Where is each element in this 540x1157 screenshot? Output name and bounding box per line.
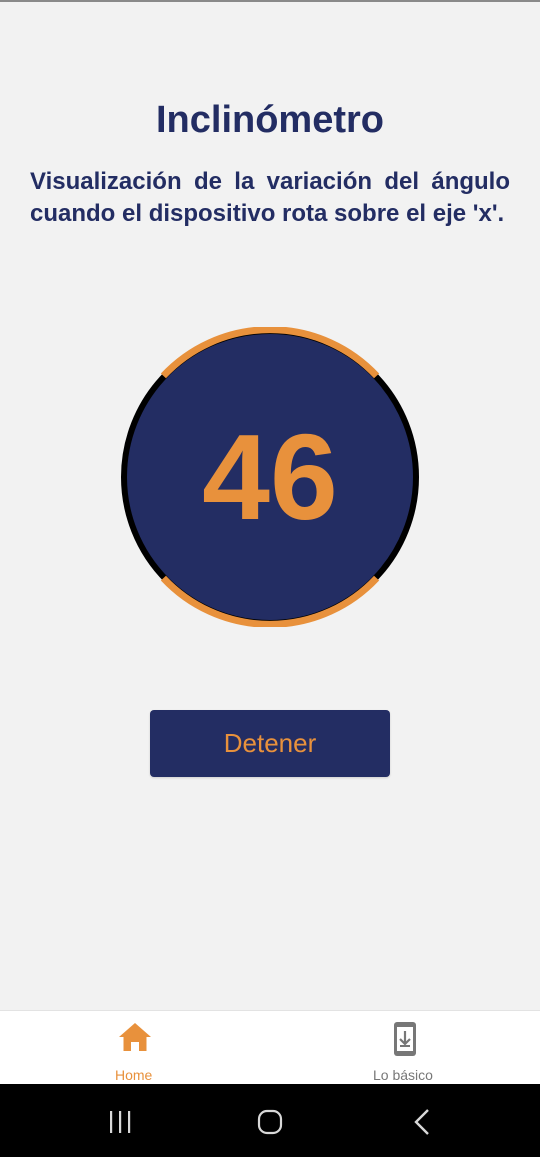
status-divider [0, 0, 540, 2]
angle-value: 46 [202, 409, 338, 545]
nav-item-home[interactable]: Home [0, 1011, 270, 1085]
system-navigation-bar [0, 1084, 540, 1157]
nav-label-lo-basico: Lo básico [373, 1067, 433, 1083]
page-description: Visualización de la variación del ángulo… [30, 168, 510, 227]
stop-button[interactable]: Detener [150, 710, 390, 777]
nav-item-lo-basico[interactable]: Lo básico [270, 1011, 540, 1085]
bottom-navigation: Home Lo básico [0, 1010, 540, 1085]
home-circle-icon [257, 1109, 283, 1135]
phone-download-icon [394, 1022, 416, 1056]
nav-label-home: Home [115, 1067, 153, 1083]
back-chevron-icon [414, 1109, 429, 1135]
system-back-button[interactable] [404, 1104, 440, 1140]
recent-apps-button[interactable] [102, 1104, 138, 1140]
home-icon [119, 1023, 151, 1051]
page-title: Inclinómetro [155, 99, 385, 141]
recent-apps-icon [110, 1111, 131, 1133]
stop-button-label: Detener [223, 728, 317, 758]
system-home-button[interactable] [252, 1104, 288, 1140]
angle-gauge: 46 [120, 327, 420, 627]
